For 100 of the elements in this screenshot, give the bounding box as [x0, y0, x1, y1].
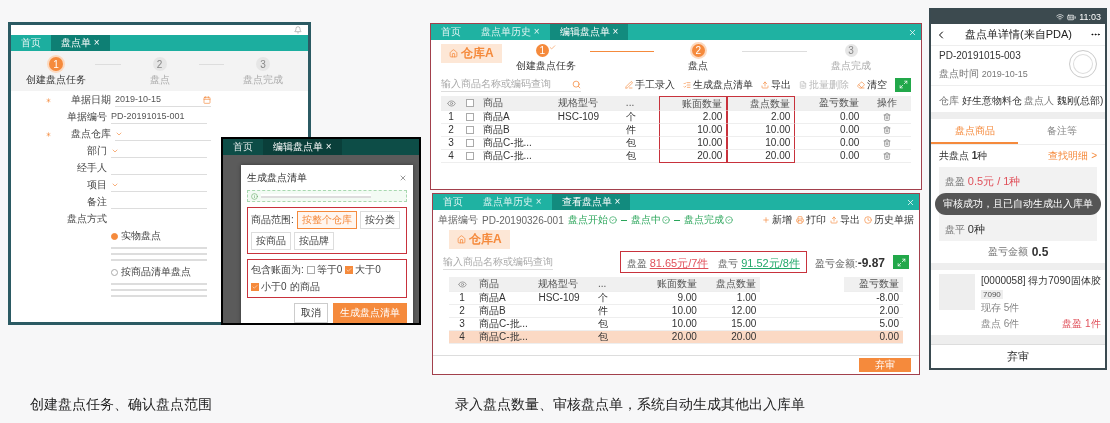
upload-icon [830, 216, 838, 224]
close-icon[interactable] [399, 174, 407, 182]
field-label: 备注 [86, 195, 107, 209]
table-cell: 件 [621, 124, 660, 137]
doc-number-label: 单据编号 [438, 213, 478, 227]
eye-icon[interactable] [457, 279, 467, 289]
time-label: 盘点时间 [939, 68, 980, 79]
field-label: 单据日期 [70, 93, 111, 107]
table-cell: -8.00 [843, 292, 903, 305]
table-cell: HSC-109 [534, 292, 594, 305]
tab[interactable]: 盘点单 × [51, 35, 110, 51]
toolbar-action[interactable]: 手工录入 [625, 77, 675, 92]
progress-step: 盘点完成 [683, 213, 733, 227]
screen-title: 盘点单详情(来自PDA) [965, 27, 1072, 42]
checkbox[interactable] [466, 126, 474, 134]
checkbox[interactable] [466, 113, 474, 121]
column-header: 操作 [863, 96, 911, 111]
gain-label: 盘盈 [626, 258, 648, 269]
option-label: 商品范围: [251, 213, 294, 227]
column-header: 规格型号 [534, 277, 594, 292]
column-header: ... [621, 96, 660, 111]
step-label: 盘点 [149, 73, 170, 87]
toolbar-action[interactable]: 导出 [830, 213, 860, 227]
range-option[interactable]: 按商品 [251, 232, 291, 250]
table-cell: 商品C-批... [479, 150, 554, 163]
checkbox[interactable] [466, 139, 474, 147]
trash-icon[interactable] [883, 113, 892, 121]
table-cell: 商品B [479, 124, 554, 137]
toolbar-action[interactable]: 新增 [762, 213, 792, 227]
warehouse-tag: 仓库A [441, 44, 502, 63]
table-cell: 商品A [475, 292, 535, 305]
wifi-icon [1056, 13, 1065, 21]
unapprove-button[interactable]: 弃审 [931, 344, 1105, 368]
checkbox[interactable]: 小于0 [251, 280, 287, 294]
bell-icon[interactable] [294, 26, 302, 34]
toolbar-action[interactable]: 导出 [761, 77, 791, 92]
close-icon[interactable] [908, 27, 917, 37]
column-header: ... [593, 277, 642, 292]
close-icon[interactable] [906, 197, 915, 207]
row-number: 4 [449, 331, 475, 344]
step-label: 创建盘点任务 [26, 73, 86, 87]
search-icon [572, 79, 581, 89]
toolbar-action[interactable]: 打印 [796, 213, 826, 227]
progress-step: 盘点中 [630, 213, 670, 227]
progress-step: 盘点开始 [567, 213, 617, 227]
table-cell: 2.00 [659, 111, 728, 124]
check-icon [252, 284, 258, 290]
toast-message: 审核成功，且已自动生成出入库单 [935, 193, 1101, 215]
counter-name: 魏刚(总部) [1056, 95, 1104, 106]
tab[interactable]: 查看盘点单 × [551, 194, 631, 210]
column-header: 商品 [475, 277, 535, 292]
count-text: 盘点 6件 [981, 317, 1020, 331]
fullscreen-button[interactable] [893, 255, 909, 269]
warehouse-label: 仓库 [939, 95, 960, 106]
table-cell: 2.00 [843, 305, 903, 318]
tab[interactable]: 首页 [223, 139, 263, 155]
column-header: 账面数量 [641, 277, 701, 292]
gain-value: 0.5元 / 1种 [967, 175, 1021, 187]
column-header: 盈亏数量 [795, 96, 864, 111]
toolbar-action[interactable]: 清空 [857, 77, 887, 92]
difference-label: 盈亏金额: [814, 258, 858, 269]
table-cell: 个 [593, 292, 642, 305]
trash-icon[interactable] [883, 126, 892, 134]
tab[interactable]: 备注等 [1018, 119, 1105, 144]
table-cell: HSC-109 [553, 111, 622, 124]
printer-icon [796, 216, 804, 224]
fullscreen-button[interactable] [895, 77, 911, 92]
battery-icon [1067, 12, 1077, 22]
field-label: 项目 [86, 178, 107, 192]
trash-icon[interactable] [883, 152, 892, 160]
table-cell: 10.00 [641, 305, 701, 318]
checkbox[interactable] [466, 152, 474, 160]
doc-number: PD-20190326-001 [482, 214, 564, 226]
toolbar-action[interactable]: 生成盘点清单 [683, 77, 753, 92]
column-header: 规格型号 [553, 96, 622, 111]
amount-label: 盈亏金额 [987, 245, 1028, 259]
input-field[interactable]: PD-20191015-001 [111, 110, 207, 124]
document-icon [799, 80, 807, 89]
range-option[interactable]: 按品牌 [294, 232, 334, 250]
checkbox[interactable] [466, 99, 474, 107]
pencil-icon [625, 80, 633, 89]
cancel-button[interactable]: 取消 [294, 303, 328, 323]
checklist-icon [683, 80, 691, 89]
table-cell: 包 [593, 331, 642, 344]
eye-icon[interactable] [446, 98, 456, 108]
step-number: 1 [49, 57, 63, 71]
range-option[interactable]: 按分类 [359, 211, 400, 229]
date-field[interactable]: 2019-10-15 [115, 93, 211, 107]
step-label: 创建盘点任务 [515, 59, 576, 73]
checkbox[interactable]: 等于0 [306, 263, 343, 277]
trash-icon[interactable] [883, 139, 892, 147]
tab[interactable]: 编辑盘点单 × [549, 24, 629, 40]
table-cell: 10.00 [727, 124, 796, 137]
table-cell: 商品C-批... [479, 137, 554, 150]
step-number: 3 [256, 57, 270, 71]
checkbox[interactable]: 大于0 [345, 263, 381, 277]
tab[interactable]: 编辑盘点单 × [263, 139, 342, 155]
stock-text: 现存 5件 [981, 301, 1021, 315]
table-cell: 12.00 [700, 305, 761, 318]
toolbar-action[interactable]: 历史单据 [864, 213, 914, 227]
